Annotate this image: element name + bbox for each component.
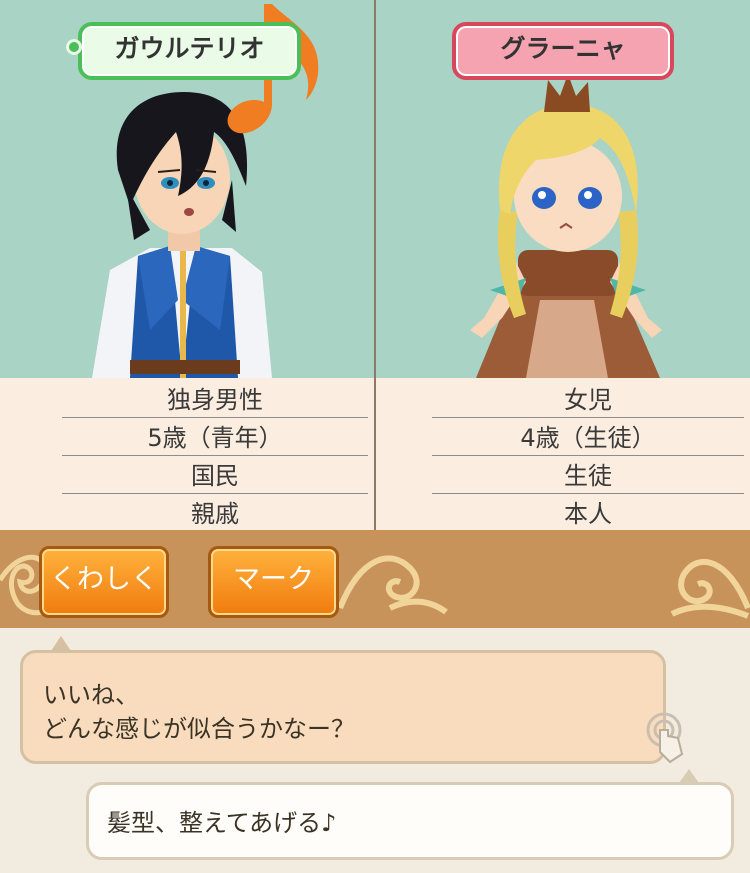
left-character-info: 独身男性 5歳（青年） 国民 親戚 (0, 378, 374, 532)
right-portrait-panel: グラーニャ (376, 0, 750, 378)
dialogue-area: いいね、 どんな感じが似合うかなー？ 髪型、整えてあげる♪ (0, 628, 750, 873)
left-portrait-panel: ガウルテリオ (0, 0, 374, 378)
left-info-relation: 親戚 (62, 494, 368, 532)
right-character-name-tag: グラーニャ (452, 22, 674, 80)
right-character-info: 女児 4歳（生徒） 生徒 本人 (376, 378, 750, 532)
right-info-age: 4歳（生徒） (432, 418, 744, 456)
right-info-role: 生徒 (432, 456, 744, 494)
tap-hand-icon[interactable] (644, 712, 688, 764)
action-bar: くわしく マーク (0, 530, 750, 628)
right-info-relation: 本人 (432, 494, 744, 532)
left-info-status: 独身男性 (62, 380, 368, 418)
left-info-age: 5歳（青年） (62, 418, 368, 456)
mark-button[interactable]: マーク (208, 546, 339, 618)
dialogue-line-2: どんな感じが似合うかなー？ (43, 715, 355, 743)
ornament-right (670, 558, 750, 619)
right-info-status: 女児 (432, 380, 744, 418)
reply-option-text: 髪型、整えてあげる♪ (107, 809, 337, 837)
reply-option-bubble[interactable]: 髪型、整えてあげる♪ (86, 769, 734, 860)
dialogue-line-1: いいね、 (43, 681, 139, 709)
left-character-name-tag: ガウルテリオ (66, 22, 301, 80)
details-button[interactable]: くわしく (39, 546, 169, 618)
ornament-center (337, 555, 448, 615)
npc-speech-bubble: いいね、 どんな感じが似合うかなー？ (20, 636, 666, 764)
left-info-role: 国民 (62, 456, 368, 494)
